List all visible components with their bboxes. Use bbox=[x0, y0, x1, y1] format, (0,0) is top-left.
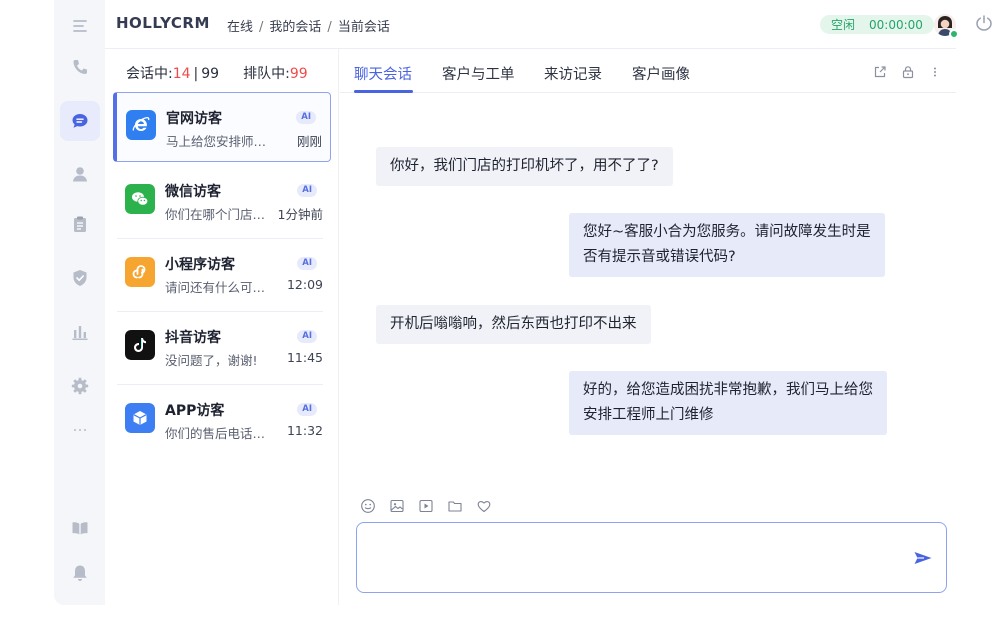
conversation-time: 刚刚 bbox=[296, 134, 322, 149]
folder-icon[interactable] bbox=[447, 498, 463, 516]
crm-window: HOLLYCRM 在线 / 我的会话 / 当前会话 空闲 00:00:00 会话中:14… bbox=[54, 0, 992, 605]
conversation-preview: 马上给您安排师… bbox=[166, 134, 267, 149]
tab-visit-records[interactable]: 来访记录 bbox=[544, 63, 602, 84]
conversation-title: 小程序访客 bbox=[165, 257, 235, 273]
send-icon[interactable] bbox=[912, 547, 934, 569]
count-divider: | bbox=[193, 66, 199, 82]
in-session-label: 会话中: bbox=[126, 66, 173, 82]
message-line: 开机后嗡嗡响，然后东西也打印不出来 bbox=[390, 316, 637, 332]
more-vertical-icon[interactable] bbox=[928, 64, 942, 78]
tab-customer-tickets[interactable]: 客户与工单 bbox=[442, 63, 515, 84]
list-item[interactable]: 抖音访客 没问题了，谢谢! AI 11:45 bbox=[113, 312, 331, 385]
conversation-time: 1分钟前 bbox=[277, 207, 323, 222]
tiktok-icon bbox=[125, 330, 155, 360]
composer-toolbar bbox=[360, 498, 492, 516]
message-bubble-outgoing: 您好~客服小合为您服务。请问故障发生时是 否有提示音或错误代码? bbox=[569, 213, 885, 277]
chat-icon[interactable] bbox=[60, 101, 100, 141]
bell-icon[interactable] bbox=[60, 553, 100, 593]
in-session-count: 14 bbox=[172, 66, 191, 82]
top-header: HOLLYCRM 在线 / 我的会话 / 当前会话 空闲 00:00:00 bbox=[105, 0, 992, 49]
emoji-icon[interactable] bbox=[360, 498, 376, 516]
conversation-preview: 没问题了，谢谢! bbox=[165, 353, 258, 368]
phone-icon[interactable] bbox=[60, 47, 100, 87]
breadcrumb-separator: / bbox=[327, 20, 332, 35]
message-bubble-incoming: 你好，我们门店的打印机坏了，用不了了? bbox=[376, 147, 673, 186]
avatar[interactable] bbox=[934, 14, 959, 39]
app-cube-icon bbox=[125, 403, 155, 433]
tab-chat[interactable]: 聊天会话 bbox=[354, 63, 412, 84]
app-logo: HOLLYCRM bbox=[116, 14, 210, 32]
conversation-title: 抖音访客 bbox=[165, 330, 221, 346]
conversation-title: 官网访客 bbox=[166, 111, 222, 127]
power-icon[interactable] bbox=[975, 14, 993, 32]
ai-badge: AI bbox=[297, 184, 317, 197]
conversation-title: APP访客 bbox=[165, 403, 225, 419]
bar-chart-icon[interactable] bbox=[60, 312, 100, 352]
heart-icon[interactable] bbox=[476, 498, 492, 516]
message-input[interactable] bbox=[367, 531, 897, 585]
ie-browser-icon bbox=[126, 110, 156, 140]
chat-panel: 聊天会话 客户与工单 来访记录 客户画像 你好，我们门店的打印机坏了，用不了了?… bbox=[340, 49, 956, 605]
list-item[interactable]: 官网访客 马上给您安排师… AI 刚刚 bbox=[113, 92, 331, 162]
conversation-preview: 请问还有什么可… bbox=[165, 280, 266, 295]
in-session-total: 99 bbox=[201, 66, 220, 82]
list-item[interactable]: 微信访客 你们在哪个门店… AI 1分钟前 bbox=[113, 166, 331, 239]
message-line: 你好，我们门店的打印机坏了，用不了了? bbox=[390, 158, 659, 174]
online-indicator bbox=[949, 29, 959, 39]
status-timer: 00:00:00 bbox=[869, 17, 923, 32]
conversation-time: 11:45 bbox=[286, 350, 323, 365]
conversation-list: 会话中:14 | 99 排队中:99 官网访客 马上给您安排师… AI 刚刚 微信访客… bbox=[105, 49, 339, 605]
book-icon[interactable] bbox=[60, 508, 100, 548]
conversation-preview: 你们的售后电话… bbox=[165, 426, 266, 441]
wechat-icon bbox=[125, 184, 155, 214]
breadcrumb-item-online[interactable]: 在线 bbox=[227, 20, 253, 35]
video-icon[interactable] bbox=[418, 498, 434, 516]
message-bubble-incoming: 开机后嗡嗡响，然后东西也打印不出来 bbox=[376, 305, 651, 344]
queue-label: 排队中: bbox=[243, 66, 290, 82]
user-icon[interactable] bbox=[60, 154, 100, 194]
list-item[interactable]: 小程序访客 请问还有什么可… AI 12:09 bbox=[113, 239, 331, 312]
queue-count: 99 bbox=[289, 66, 308, 82]
shield-icon[interactable] bbox=[60, 258, 100, 298]
menu-icon[interactable] bbox=[60, 6, 100, 46]
tab-customer-profile[interactable]: 客户画像 bbox=[632, 63, 690, 84]
left-nav-rail bbox=[54, 0, 105, 605]
message-line: 否有提示音或错误代码? bbox=[583, 249, 736, 265]
share-icon[interactable] bbox=[873, 64, 887, 78]
ai-badge: AI bbox=[297, 403, 317, 416]
message-bubble-outgoing: 好的，给您造成困扰非常抱歉，我们马上给您 安排工程师上门维修 bbox=[569, 371, 887, 435]
agent-status-badge[interactable]: 空闲 00:00:00 bbox=[820, 15, 934, 34]
breadcrumb-item-my-sessions[interactable]: 我的会话 bbox=[269, 20, 321, 35]
list-item[interactable]: APP访客 你们的售后电话… AI 11:32 bbox=[113, 385, 331, 455]
message-line: 好的，给您造成困扰非常抱歉，我们马上给您 bbox=[583, 382, 873, 398]
conversation-time: 12:09 bbox=[286, 277, 323, 292]
message-line: 安排工程师上门维修 bbox=[583, 407, 714, 423]
session-stats: 会话中:14 | 99 排队中:99 bbox=[126, 63, 308, 83]
chat-tabs: 聊天会话 客户与工单 来访记录 客户画像 bbox=[340, 49, 956, 93]
conversation-time: 11:32 bbox=[286, 423, 323, 438]
message-line: 您好~客服小合为您服务。请问故障发生时是 bbox=[583, 224, 871, 240]
breadcrumb-separator: / bbox=[259, 20, 264, 35]
conversation-title: 微信访客 bbox=[165, 184, 221, 200]
clipboard-icon[interactable] bbox=[60, 204, 100, 244]
ai-badge: AI bbox=[297, 257, 317, 270]
lock-icon[interactable] bbox=[901, 64, 915, 79]
message-composer bbox=[356, 522, 947, 593]
mini-program-icon bbox=[125, 257, 155, 287]
more-icon[interactable] bbox=[60, 410, 100, 450]
breadcrumb-item-current-session: 当前会话 bbox=[337, 20, 390, 35]
message-list: 你好，我们门店的打印机坏了，用不了了? 您好~客服小合为您服务。请问故障发生时是… bbox=[340, 93, 956, 493]
conversation-preview: 你们在哪个门店… bbox=[165, 207, 266, 222]
image-icon[interactable] bbox=[389, 498, 405, 516]
ai-badge: AI bbox=[296, 111, 316, 124]
ai-badge: AI bbox=[297, 330, 317, 343]
status-label: 空闲 bbox=[831, 18, 856, 32]
gear-icon[interactable] bbox=[60, 366, 100, 406]
breadcrumb: 在线 / 我的会话 / 当前会话 bbox=[227, 16, 390, 35]
